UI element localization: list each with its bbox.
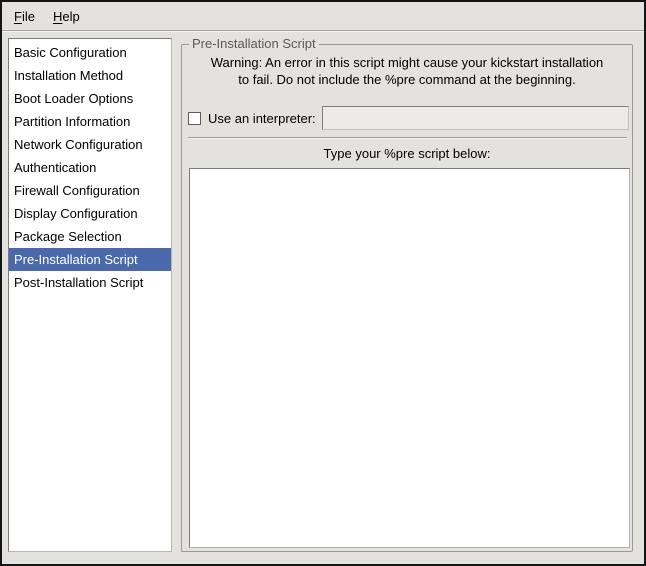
horizontal-separator [188,137,627,139]
sidebar-item-basic-configuration[interactable]: Basic Configuration [9,41,171,64]
menu-file-mnemonic: F [14,9,22,24]
menu-file[interactable]: File [12,6,37,27]
interpreter-input[interactable] [322,106,629,130]
panel-title: Pre-Installation Script [189,36,319,51]
pre-script-textarea[interactable] [189,168,630,548]
sidebar-item-installation-method[interactable]: Installation Method [9,64,171,87]
script-instruction-label: Type your %pre script below: [186,146,628,161]
menu-help-label: elp [62,9,79,24]
interpreter-row: Use an interpreter: [188,105,629,131]
sidebar-item-network-configuration[interactable]: Network Configuration [9,133,171,156]
warning-line-2: to fail. Do not include the %pre command… [186,71,628,88]
menu-help-mnemonic: H [53,9,62,24]
sidebar-item-post-installation-script[interactable]: Post-Installation Script [9,271,171,294]
checkbox-unchecked-icon [188,112,201,125]
sidebar-item-pre-installation-script[interactable]: Pre-Installation Script [9,248,171,271]
menu-file-label: ile [22,9,35,24]
sidebar-item-package-selection[interactable]: Package Selection [9,225,171,248]
sidebar-item-firewall-configuration[interactable]: Firewall Configuration [9,179,171,202]
sidebar-item-authentication[interactable]: Authentication [9,156,171,179]
main-content: Basic Configuration Installation Method … [2,31,644,563]
sidebar-item-display-configuration[interactable]: Display Configuration [9,202,171,225]
use-interpreter-checkbox[interactable]: Use an interpreter: [188,111,322,126]
menu-help[interactable]: Help [51,6,82,27]
warning-text: Warning: An error in this script might c… [186,54,628,88]
menubar: File Help [2,2,644,31]
sidebar-item-boot-loader-options[interactable]: Boot Loader Options [9,87,171,110]
use-interpreter-label: Use an interpreter: [208,111,316,126]
warning-line-1: Warning: An error in this script might c… [186,54,628,71]
pre-installation-script-panel: Pre-Installation Script Warning: An erro… [181,44,633,552]
category-list: Basic Configuration Installation Method … [8,38,172,552]
kickstart-configurator-window: File Help Basic Configuration Installati… [0,0,646,566]
sidebar-item-partition-information[interactable]: Partition Information [9,110,171,133]
